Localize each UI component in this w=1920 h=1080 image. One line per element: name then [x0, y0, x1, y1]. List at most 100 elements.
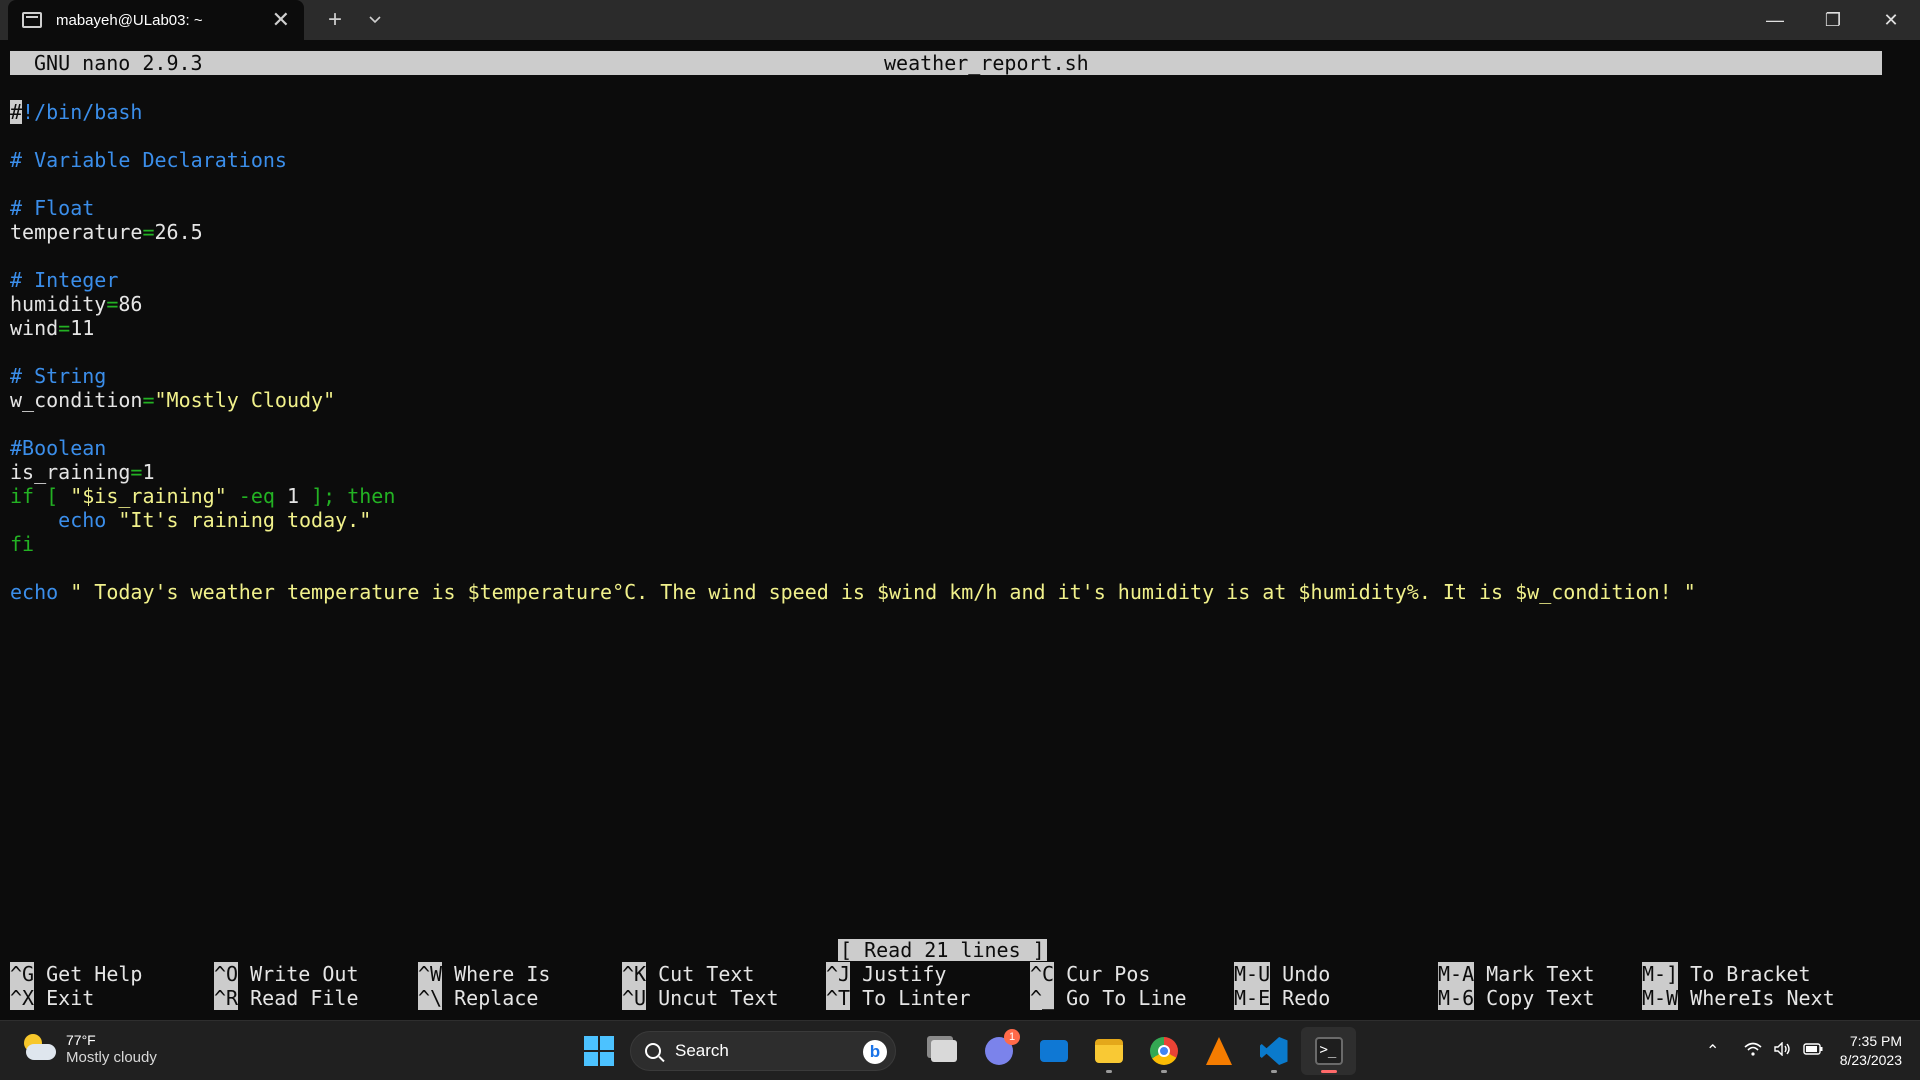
code-line: # String: [10, 364, 107, 388]
shortcut-key: ^W: [418, 962, 443, 986]
nano-filename: weather_report.sh: [884, 51, 1089, 75]
vlc-icon[interactable]: [1191, 1027, 1246, 1075]
shortcut-copy-text: M-6 Copy Text: [1438, 986, 1595, 1010]
var-value: 11: [70, 316, 95, 340]
vscode-icon[interactable]: [1246, 1027, 1301, 1075]
shortcut-key: M-6: [1438, 986, 1475, 1010]
shortcut-mark-text: M-A Mark Text: [1438, 962, 1595, 986]
nano-header-bar: GNU nano 2.9.3 weather_report.sh: [10, 51, 1882, 75]
shortcut-key: ^_: [1030, 986, 1055, 1010]
code-line: echo " Today's weather temperature is $t…: [10, 580, 1696, 604]
shortcut-key: ^J: [826, 962, 851, 986]
new-tab-button[interactable]: +: [312, 0, 358, 40]
chrome-icon[interactable]: [1136, 1027, 1191, 1075]
code-line: fi: [10, 532, 35, 556]
tab-dropdown-chevron-icon[interactable]: [358, 0, 392, 40]
shortcut-label: Undo: [1282, 962, 1331, 986]
shortcut-key: M-]: [1642, 962, 1679, 986]
minimize-button[interactable]: —: [1746, 0, 1804, 40]
text-cursor: #: [10, 100, 23, 124]
volume-icon[interactable]: [1768, 1040, 1798, 1061]
code-line: #!/bin/bash: [10, 100, 1696, 124]
restore-button[interactable]: ❐: [1804, 0, 1862, 40]
terminal-icon: [22, 12, 42, 28]
system-tray: ⌃ 7:35 PM 8/23/2023: [1698, 1021, 1920, 1080]
shortcut-key: M-W: [1642, 986, 1679, 1010]
code-line: wind=11: [10, 316, 95, 340]
shortcut-exit: ^X Exit: [10, 986, 94, 1010]
shortcut-label: Copy Text: [1486, 986, 1595, 1010]
nano-version: GNU nano 2.9.3: [34, 51, 203, 75]
taskbar-search-box[interactable]: Search b: [630, 1031, 896, 1071]
taskbar: 77°F Mostly cloudy Search b 1 >_ ⌃ 7:35 …: [0, 1020, 1920, 1080]
shortcut-key: M-U: [1234, 962, 1271, 986]
var-name: temperature: [10, 220, 143, 244]
shortcut-key: M-E: [1234, 986, 1271, 1010]
shortcut-label: Read File: [250, 986, 359, 1010]
code-line: # Float: [10, 196, 95, 220]
shortcut-key: ^O: [214, 962, 239, 986]
then-keyword: ]; then: [299, 484, 396, 508]
shortcut-label: Redo: [1282, 986, 1331, 1010]
shortcut-where-is: ^W Where Is: [418, 962, 550, 986]
windows-start-icon[interactable]: [584, 1036, 614, 1066]
weather-widget[interactable]: 77°F Mostly cloudy: [20, 1031, 157, 1067]
if-keyword: if [: [10, 484, 71, 508]
close-window-button[interactable]: ✕: [1862, 0, 1920, 40]
var-name: is_raining: [10, 460, 131, 484]
shortcut-label: Get Help: [46, 962, 143, 986]
shortcut-key: ^X: [10, 986, 35, 1010]
battery-icon[interactable]: [1798, 1042, 1828, 1060]
chevron-up-icon[interactable]: ⌃: [1698, 1041, 1728, 1061]
mail-icon[interactable]: [1026, 1027, 1081, 1075]
teams-chat-icon[interactable]: 1: [971, 1027, 1026, 1075]
shortcut-label: Justify: [862, 962, 947, 986]
shortcut-key: ^\: [418, 986, 443, 1010]
terminal-tab[interactable]: mabayeh@ULab03: ~ ✕: [8, 0, 304, 40]
shortcut-label: Cut Text: [658, 962, 755, 986]
code-string: " Today's weather temperature is $temper…: [70, 580, 1696, 604]
echo-keyword: echo: [10, 580, 59, 604]
shortcut-cut-text: ^K Cut Text: [622, 962, 754, 986]
nano-shortcut-bar: ^G Get Help ^X Exit ^O Write Out ^R Read Fi…: [10, 962, 1910, 1012]
var-value: 1: [142, 460, 155, 484]
task-view-icon[interactable]: [916, 1027, 971, 1075]
shortcut-undo: M-U Undo: [1234, 962, 1330, 986]
code-line: echo "It's raining today.": [10, 508, 1696, 532]
close-tab-icon[interactable]: ✕: [272, 8, 290, 32]
terminal-app-icon[interactable]: >_: [1301, 1027, 1356, 1075]
shortcut-key: ^T: [826, 986, 851, 1010]
file-explorer-icon[interactable]: [1081, 1027, 1136, 1075]
shortcut-label: WhereIs Next: [1690, 986, 1835, 1010]
shortcut-key: ^C: [1030, 962, 1055, 986]
shortcut-key: M-A: [1438, 962, 1475, 986]
bing-icon[interactable]: b: [863, 1040, 887, 1064]
shortcut-label: To Linter: [862, 986, 971, 1010]
shortcut-get-help: ^G Get Help: [10, 962, 142, 986]
code-string: "It's raining today.": [118, 508, 372, 532]
var-name: w_condition: [10, 388, 143, 412]
code-line: w_condition="Mostly Cloudy": [10, 388, 336, 412]
var-name: humidity: [10, 292, 107, 316]
tab-title: mabayeh@ULab03: ~: [56, 11, 203, 29]
shortcut-key: ^R: [214, 986, 239, 1010]
code-number: 1: [286, 484, 300, 508]
clock-date: 8/23/2023: [1839, 1052, 1902, 1068]
editor-buffer[interactable]: #!/bin/bash # Variable Declarations # Fl…: [10, 100, 1696, 604]
shortcut-label: Cur Pos: [1066, 962, 1151, 986]
code-line: is_raining=1: [10, 460, 155, 484]
shortcut-justify: ^J Justify: [826, 962, 946, 986]
shortcut-go-to-line: ^_ Go To Line: [1030, 986, 1187, 1010]
shortcut-replace: ^\ Replace: [418, 986, 538, 1010]
shortcut-label: Replace: [454, 986, 539, 1010]
shortcut-whereis-next: M-W WhereIs Next: [1642, 986, 1835, 1010]
code-line: humidity=86: [10, 292, 143, 316]
shortcut-redo: M-E Redo: [1234, 986, 1330, 1010]
terminal-pane[interactable]: GNU nano 2.9.3 weather_report.sh #!/bin/…: [0, 40, 1920, 1020]
weather-temperature: 77°F: [66, 1032, 96, 1048]
shortcut-label: Mark Text: [1486, 962, 1595, 986]
system-clock[interactable]: 7:35 PM 8/23/2023: [1840, 1032, 1902, 1070]
wifi-icon[interactable]: [1738, 1042, 1768, 1061]
